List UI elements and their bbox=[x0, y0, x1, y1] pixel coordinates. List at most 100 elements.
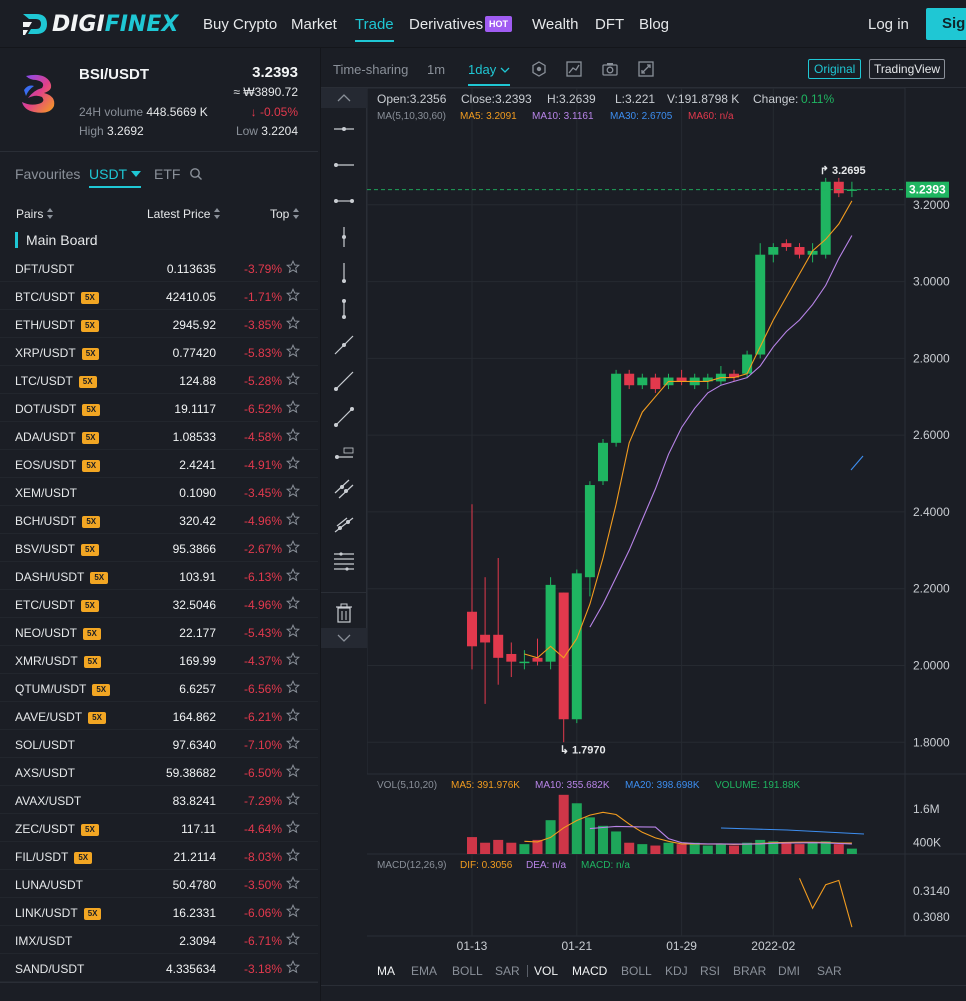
pair-row[interactable]: EOS/USDT 5X 2.4241 -4.91% bbox=[0, 450, 318, 478]
login-link[interactable]: Log in bbox=[868, 16, 909, 33]
pair-row[interactable]: SAND/USDT 4.335634 -3.18% bbox=[0, 954, 318, 982]
nav-market[interactable]: Market bbox=[291, 16, 337, 33]
trash-icon[interactable] bbox=[333, 602, 355, 624]
indicator-tab-macd[interactable]: MACD bbox=[572, 964, 607, 978]
tab-usdt[interactable]: USDT bbox=[89, 166, 142, 188]
indicator-tab-sar[interactable]: SAR bbox=[817, 964, 842, 978]
col-top-header[interactable]: Top bbox=[270, 207, 300, 221]
indicator-tab-boll[interactable]: BOLL bbox=[621, 964, 652, 978]
indicator-tab-sar[interactable]: SAR bbox=[495, 964, 520, 978]
pair-row[interactable]: ETC/USDT 5X 32.5046 -4.96% bbox=[0, 590, 318, 618]
time-sharing-button[interactable]: Time-sharing bbox=[333, 62, 408, 77]
pair-row[interactable]: LINK/USDT 5X 16.2331 -6.06% bbox=[0, 898, 318, 926]
favourite-star-icon[interactable] bbox=[286, 260, 300, 274]
horizontal-line-icon[interactable] bbox=[333, 118, 355, 140]
indicator-tab-boll[interactable]: BOLL bbox=[452, 964, 483, 978]
favourite-star-icon[interactable] bbox=[286, 400, 300, 414]
tools-scroll-up[interactable] bbox=[321, 88, 367, 108]
indicator-tab-dmi[interactable]: DMI bbox=[778, 964, 800, 978]
horizontal-ray-icon[interactable] bbox=[333, 154, 355, 176]
nav-derivatives[interactable]: Derivatives bbox=[409, 16, 483, 33]
pair-row[interactable]: LUNA/USDT 50.4780 -3.50% bbox=[0, 870, 318, 898]
indicator-tab-ema[interactable]: EMA bbox=[411, 964, 437, 978]
price-channel-icon[interactable] bbox=[333, 514, 355, 536]
indicator-tab-rsi[interactable]: RSI bbox=[700, 964, 720, 978]
favourite-star-icon[interactable] bbox=[286, 540, 300, 554]
pair-row[interactable]: AXS/USDT 59.38682 -6.50% bbox=[0, 758, 318, 786]
pair-row[interactable]: DFT/USDT 0.113635 -3.79% bbox=[0, 254, 318, 282]
favourite-star-icon[interactable] bbox=[286, 316, 300, 330]
favourite-star-icon[interactable] bbox=[286, 428, 300, 442]
horizontal-segment-icon[interactable] bbox=[333, 190, 355, 212]
pair-row[interactable]: BSV/USDT 5X 95.3866 -2.67% bbox=[0, 534, 318, 562]
nav-trade[interactable]: Trade bbox=[355, 16, 394, 42]
pair-row[interactable]: BCH/USDT 5X 320.42 -4.96% bbox=[0, 506, 318, 534]
original-view-button[interactable]: Original bbox=[808, 59, 862, 79]
favourite-star-icon[interactable] bbox=[286, 876, 300, 890]
favourite-star-icon[interactable] bbox=[286, 624, 300, 638]
tradingview-button[interactable]: TradingView bbox=[869, 59, 946, 79]
signup-button[interactable]: Sig bbox=[926, 8, 966, 40]
camera-icon[interactable] bbox=[601, 60, 619, 78]
pair-row[interactable]: ETH/USDT 5X 2945.92 -3.85% bbox=[0, 310, 318, 338]
pair-row[interactable]: AVAX/USDT 83.8241 -7.29% bbox=[0, 786, 318, 814]
favourite-star-icon[interactable] bbox=[286, 652, 300, 666]
price-line-icon[interactable] bbox=[333, 442, 355, 464]
kline-chart[interactable]: 3.2000 3.0000 2.8000 2.6000 2.4000 2.2000 2.00… bbox=[367, 88, 966, 964]
pair-row[interactable]: XRP/USDT 5X 0.77420 -5.83% bbox=[0, 338, 318, 366]
favourite-star-icon[interactable] bbox=[286, 344, 300, 358]
pair-row[interactable]: DOT/USDT 5X 19.1117 -6.52% bbox=[0, 394, 318, 422]
tab-favourites[interactable]: Favourites bbox=[15, 166, 80, 182]
indicator-tab-vol[interactable]: VOL bbox=[534, 964, 558, 978]
favourite-star-icon[interactable] bbox=[286, 736, 300, 750]
chart-type-icon[interactable] bbox=[565, 60, 583, 78]
segment-line-icon[interactable] bbox=[333, 406, 355, 428]
digifinex-logo[interactable]: DIGIFINEX bbox=[20, 10, 178, 38]
col-price-header[interactable]: Latest Price bbox=[147, 207, 221, 221]
pair-row[interactable]: XEM/USDT 0.1090 -3.45% bbox=[0, 478, 318, 506]
tab-etf[interactable]: ETF bbox=[154, 166, 180, 182]
pair-row[interactable]: ADA/USDT 5X 1.08533 -4.58% bbox=[0, 422, 318, 450]
indicator-icon[interactable] bbox=[530, 60, 548, 78]
fullscreen-icon[interactable] bbox=[637, 60, 655, 78]
favourite-star-icon[interactable] bbox=[286, 596, 300, 610]
favourite-star-icon[interactable] bbox=[286, 820, 300, 834]
pair-row[interactable]: BTC/USDT 5X 42410.05 -1.71% bbox=[0, 282, 318, 310]
favourite-star-icon[interactable] bbox=[286, 568, 300, 582]
pair-row[interactable]: XMR/USDT 5X 169.99 -4.37% bbox=[0, 646, 318, 674]
indicator-tab-brar[interactable]: BRAR bbox=[733, 964, 766, 978]
favourite-star-icon[interactable] bbox=[286, 372, 300, 386]
interval-1day-button[interactable]: 1day bbox=[468, 62, 510, 86]
pair-row[interactable]: IMX/USDT 2.3094 -6.71% bbox=[0, 926, 318, 954]
indicator-tab-kdj[interactable]: KDJ bbox=[665, 964, 688, 978]
favourite-star-icon[interactable] bbox=[286, 680, 300, 694]
favourite-star-icon[interactable] bbox=[286, 708, 300, 722]
nav-wealth[interactable]: Wealth bbox=[532, 16, 578, 33]
nav-blog[interactable]: Blog bbox=[639, 16, 669, 33]
favourite-star-icon[interactable] bbox=[286, 484, 300, 498]
favourite-star-icon[interactable] bbox=[286, 848, 300, 862]
indicator-tab-ma[interactable]: MA bbox=[377, 964, 395, 978]
favourite-star-icon[interactable] bbox=[286, 512, 300, 526]
favourite-star-icon[interactable] bbox=[286, 764, 300, 778]
pair-row[interactable]: DASH/USDT 5X 103.91 -6.13% bbox=[0, 562, 318, 590]
pair-row[interactable]: AAVE/USDT 5X 164.862 -6.21% bbox=[0, 702, 318, 730]
favourite-star-icon[interactable] bbox=[286, 960, 300, 974]
pair-row[interactable]: ZEC/USDT 5X 117.11 -4.64% bbox=[0, 814, 318, 842]
ray-line-icon[interactable] bbox=[333, 370, 355, 392]
pair-row[interactable]: FIL/USDT 5X 21.2114 -8.03% bbox=[0, 842, 318, 870]
vertical-line-icon[interactable] bbox=[333, 226, 355, 248]
pair-row[interactable]: NEO/USDT 5X 22.177 -5.43% bbox=[0, 618, 318, 646]
vertical-ray-icon[interactable] bbox=[333, 262, 355, 284]
pair-row[interactable]: SOL/USDT 97.6340 -7.10% bbox=[0, 730, 318, 758]
col-pairs-header[interactable]: Pairs bbox=[16, 207, 54, 221]
search-icon[interactable] bbox=[189, 167, 203, 181]
nav-dft[interactable]: DFT bbox=[595, 16, 624, 33]
tools-scroll-down[interactable] bbox=[321, 628, 367, 648]
favourite-star-icon[interactable] bbox=[286, 288, 300, 302]
trend-line-icon[interactable] bbox=[333, 334, 355, 356]
interval-1m-button[interactable]: 1m bbox=[427, 62, 445, 77]
favourite-star-icon[interactable] bbox=[286, 456, 300, 470]
fibonacci-lines-icon[interactable] bbox=[333, 550, 355, 572]
nav-buy-crypto[interactable]: Buy Crypto bbox=[203, 16, 277, 33]
